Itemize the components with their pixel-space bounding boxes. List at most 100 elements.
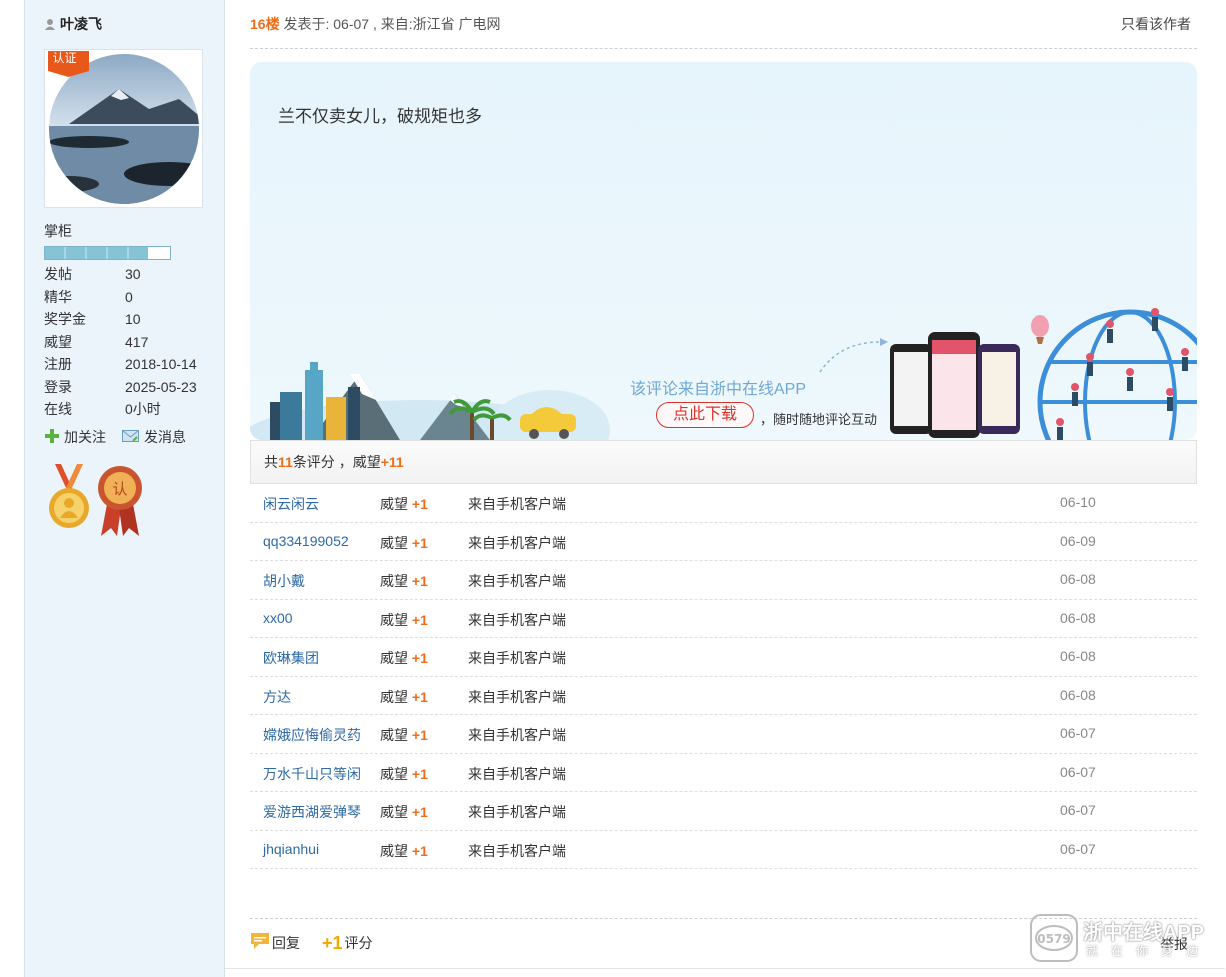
rank-title: 掌柜	[44, 223, 72, 239]
rating-date: 06-08	[1060, 571, 1096, 587]
stat-row: 注册 2018-10-14	[44, 353, 197, 376]
rating-amount: +1	[411, 573, 428, 589]
rating-value: 威望 +1	[380, 571, 428, 591]
rating-total: +11	[380, 454, 404, 470]
rating-date: 06-08	[1060, 609, 1096, 626]
banner-subline: ，随时随地评论互动	[760, 412, 878, 427]
rating-amount: +1	[411, 650, 428, 666]
rating-date: 06-08	[1060, 648, 1096, 664]
logo-text: 0579	[1037, 932, 1070, 946]
rating-value: 威望 +1	[380, 687, 428, 707]
rating-value: 威望 +1	[380, 610, 428, 630]
stat-value: 2025-05-23	[125, 378, 197, 395]
rating-source: 来自手机客户端	[468, 842, 566, 859]
rating-value: 威望 +1	[380, 648, 428, 668]
rating-amount: +1	[411, 842, 428, 859]
watermark-title: 浙中在线APP	[1083, 922, 1205, 944]
follow-button[interactable]: 加关注	[44, 427, 106, 447]
reply-button[interactable]: 回复	[250, 932, 300, 953]
rater-name[interactable]: 闲云闲云	[263, 494, 319, 514]
rater-name[interactable]: jhqianhui	[263, 841, 319, 857]
rating-date: 06-07	[1060, 763, 1096, 780]
username[interactable]: 叶凌飞	[44, 14, 102, 34]
rating-label: 威望	[380, 534, 408, 551]
rating-date: 06-07	[1060, 725, 1096, 741]
rating-value: 威望 +1	[380, 494, 428, 514]
rater-name[interactable]: 欧琳集团	[263, 648, 319, 668]
rating-date: 06-10	[1060, 494, 1096, 510]
plus-icon	[44, 428, 60, 447]
stat-row: 奖学金 10	[44, 308, 197, 331]
certified-medal-icon[interactable]: 认	[97, 464, 143, 539]
divider	[225, 968, 1225, 969]
rating-summary: 共11条评分 ，威望+11	[250, 440, 1197, 484]
rating-label: 威望	[380, 688, 408, 705]
post-content: 兰不仅卖女儿，破规矩也多 该评论来自浙中在线APP 点此下载 ，随时随地评论互动	[250, 62, 1197, 440]
rating-label: 威望	[380, 573, 408, 589]
rating-value: 威望 +1	[380, 725, 428, 745]
rater-name[interactable]: qq334199052	[263, 533, 349, 549]
stat-key: 在线	[44, 401, 72, 417]
rank-progress-bar	[44, 246, 171, 260]
stat-row: 精华 0	[44, 286, 197, 309]
rating-date: 06-07	[1060, 802, 1096, 818]
stat-value: 417	[125, 333, 149, 350]
stat-value: 30	[125, 266, 141, 282]
follow-label: 加关注	[64, 429, 106, 445]
stat-value: 10	[125, 311, 141, 327]
floor-number[interactable]: 16楼	[250, 16, 280, 32]
cert-label: 认证	[52, 51, 77, 65]
rating-date: 06-08	[1060, 686, 1096, 703]
rating-label: 威望	[380, 842, 408, 859]
rating-row: 闲云闲云 威望 +1 来自手机客户端 06-10	[250, 484, 1197, 523]
only-author-link[interactable]: 只看该作者	[1121, 14, 1191, 34]
reply-icon	[250, 932, 270, 953]
stat-value: 2018-10-14	[125, 356, 197, 372]
rating-row: 欧琳集团 威望 +1 来自手机客户端 06-08	[250, 638, 1197, 677]
rater-name[interactable]: 爱游西湖爱弹琴	[263, 802, 361, 822]
rater-name[interactable]: 方达	[263, 687, 291, 707]
rating-label: 威望	[380, 650, 408, 666]
rating-source: 来自手机客户端	[468, 496, 566, 512]
rating-value: 威望 +1	[380, 533, 428, 553]
rating-amount: +1	[411, 804, 428, 820]
rating-value: 威望 +1	[380, 764, 428, 784]
download-button[interactable]: 点此下载	[656, 402, 754, 428]
stat-key: 注册	[44, 356, 72, 372]
stat-key: 发帖	[44, 266, 72, 282]
rating-summary-prefix: 共	[264, 454, 278, 470]
rater-name[interactable]: xx00	[263, 610, 293, 626]
rating-row: 嫦娥应悔偷灵药 威望 +1 来自手机客户端 06-07	[250, 715, 1197, 754]
rating-date: 06-07	[1060, 840, 1096, 857]
stat-value: 0	[125, 288, 133, 305]
rating-source: 来自手机客户端	[468, 573, 566, 589]
avatar[interactable]: 认证	[44, 49, 203, 208]
gold-medal-icon[interactable]	[47, 464, 91, 539]
rating-row: 方达 威望 +1 来自手机客户端 06-08	[250, 677, 1197, 715]
rating-source: 来自手机客户端	[468, 765, 566, 782]
rating-count: 11	[278, 454, 293, 470]
rating-label: 威望	[380, 727, 408, 743]
rater-name[interactable]: 嫦娥应悔偷灵药	[263, 725, 361, 745]
rater-name[interactable]: 胡小戴	[263, 571, 305, 591]
app-watermark: 0579 浙中在线APP 就在你身边	[1030, 914, 1220, 964]
rate-button[interactable]: +1 评分	[322, 932, 373, 953]
stat-key: 威望	[44, 333, 72, 350]
rating-row: xx00 威望 +1 来自手机客户端 06-08	[250, 600, 1197, 638]
stat-key: 登录	[44, 378, 72, 395]
rating-row: qq334199052 威望 +1 来自手机客户端 06-09	[250, 523, 1197, 561]
divider	[250, 48, 1197, 49]
message-label: 发消息	[144, 429, 186, 445]
rater-name[interactable]: 万水千山只等闲	[263, 764, 361, 784]
post-actions: 回复 +1 评分	[250, 932, 373, 953]
rating-value: 威望 +1	[380, 802, 428, 822]
reply-label: 回复	[272, 934, 300, 951]
message-button[interactable]: 发消息	[122, 427, 186, 447]
rating-amount: +1	[411, 727, 428, 743]
rating-date: 06-09	[1060, 532, 1096, 549]
user-icon	[44, 18, 56, 31]
rating-amount: +1	[411, 611, 428, 628]
rating-label: 威望	[380, 611, 408, 628]
rating-source: 来自手机客户端	[468, 688, 566, 705]
post-meta: 发表于: 06-07 , 来自:浙江省 广电网	[283, 16, 501, 32]
